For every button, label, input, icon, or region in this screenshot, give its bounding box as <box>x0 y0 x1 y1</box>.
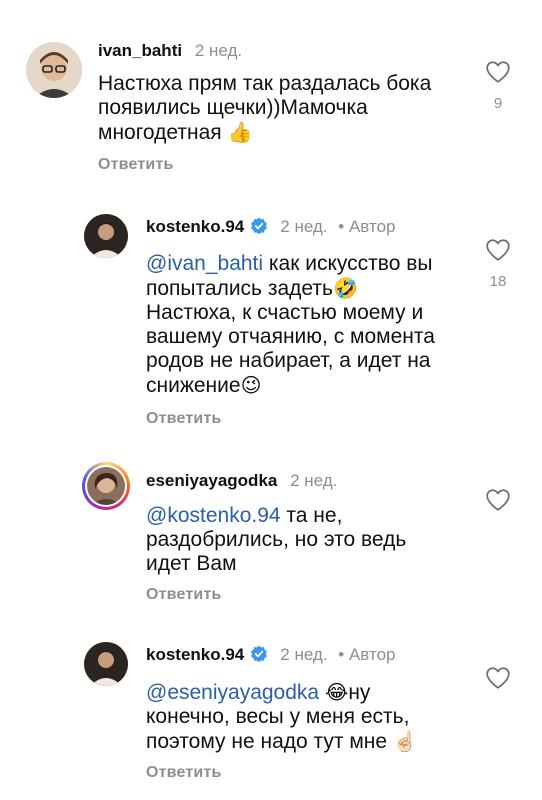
comment-line: вашему отчаянию, с момента <box>146 325 435 348</box>
avatar-image <box>84 642 128 686</box>
reply-button[interactable]: Ответить <box>98 156 174 174</box>
comment-text: @kostenko.94 та не, раздобрились, но это… <box>146 504 406 576</box>
heart-outline-icon[interactable] <box>485 61 511 88</box>
rofl-emoji: 🤣 <box>332 276 358 300</box>
comment-header: ivan_bahti 2 нед. <box>98 40 242 62</box>
comment-line: @eseniyayagodka 😂ну <box>146 680 371 704</box>
timestamp: 2 нед. <box>280 645 328 664</box>
like-control <box>484 488 512 517</box>
avatar-image <box>26 42 82 98</box>
username[interactable]: kostenko.94 <box>146 217 244 236</box>
avatar-image <box>87 467 125 505</box>
avatar-image <box>84 214 128 258</box>
pointing-up-emoji: ☝🏻 <box>392 729 418 753</box>
comment-line: Настюха, к счастью моему и <box>146 301 424 324</box>
comment-line: попытались задеть🤣 <box>146 276 358 300</box>
username[interactable]: ivan_bahti <box>98 41 182 60</box>
heart-outline-icon[interactable] <box>485 239 511 266</box>
reply-button[interactable]: Ответить <box>146 764 222 782</box>
comment-header: eseniyayagodka 2 нед. <box>146 470 337 492</box>
comment-line: многодетная 👍 <box>98 120 253 144</box>
comment-line: снижение😉 <box>146 373 262 397</box>
like-control: 9 <box>484 60 512 112</box>
wink-emoji: 😉 <box>240 373 262 397</box>
username[interactable]: eseniyayagodka <box>146 471 277 490</box>
avatar-story-ring[interactable] <box>82 462 130 510</box>
heart-outline-icon[interactable] <box>485 489 511 516</box>
like-count: 18 <box>489 273 507 290</box>
reply-button[interactable]: Ответить <box>146 586 222 604</box>
comment-line: родов не набирает, а идет на <box>146 349 431 372</box>
mention-link[interactable]: @eseniyayagodka <box>146 681 319 704</box>
avatar[interactable] <box>84 214 128 258</box>
reply-button[interactable]: Ответить <box>146 410 222 428</box>
like-control: 18 <box>484 238 512 290</box>
comment-line: @kostenko.94 та не, <box>146 504 343 527</box>
comment-line: появились щечки))Мамочка <box>98 96 368 119</box>
username[interactable]: kostenko.94 <box>146 645 244 664</box>
like-count: 9 <box>493 95 503 112</box>
timestamp: 2 нед. <box>290 471 338 490</box>
timestamp: 2 нед. <box>194 41 243 60</box>
mention-link[interactable]: @ivan_bahti <box>146 252 263 275</box>
thumbs-up-emoji: 👍 <box>227 120 253 144</box>
author-label: • Автор <box>338 645 396 664</box>
comment-line: поэтому не надо тут мне ☝🏻 <box>146 729 418 753</box>
avatar <box>85 465 127 507</box>
comment-line: раздобрились, но это ведь <box>146 528 407 551</box>
verified-badge-icon <box>250 217 268 235</box>
heart-outline-icon[interactable] <box>485 667 511 694</box>
comment-text: Настюха прям так раздалась бока появилис… <box>98 72 431 145</box>
comment-header: kostenko.94 2 нед. • Автор <box>146 216 395 238</box>
comment-text: @ivan_bahti как искусство вы попытались … <box>146 252 435 398</box>
comment-line: Настюха прям так раздалась бока <box>98 72 432 95</box>
comment-header: kostenko.94 2 нед. • Автор <box>146 644 395 666</box>
verified-badge-icon <box>250 645 268 663</box>
joy-emoji: 😂 <box>324 680 349 704</box>
author-label: • Автор <box>338 217 396 236</box>
like-control <box>484 666 512 695</box>
comment-line: идет Вам <box>146 552 237 575</box>
avatar[interactable] <box>84 642 128 686</box>
comment-line: @ivan_bahti как искусство вы <box>146 252 433 275</box>
mention-link[interactable]: @kostenko.94 <box>146 504 281 527</box>
comment-text: @eseniyayagodka 😂ну конечно, весы у меня… <box>146 680 418 754</box>
comment-line: конечно, весы у меня есть, <box>146 705 410 728</box>
timestamp: 2 нед. <box>280 217 328 236</box>
avatar[interactable] <box>26 42 82 98</box>
